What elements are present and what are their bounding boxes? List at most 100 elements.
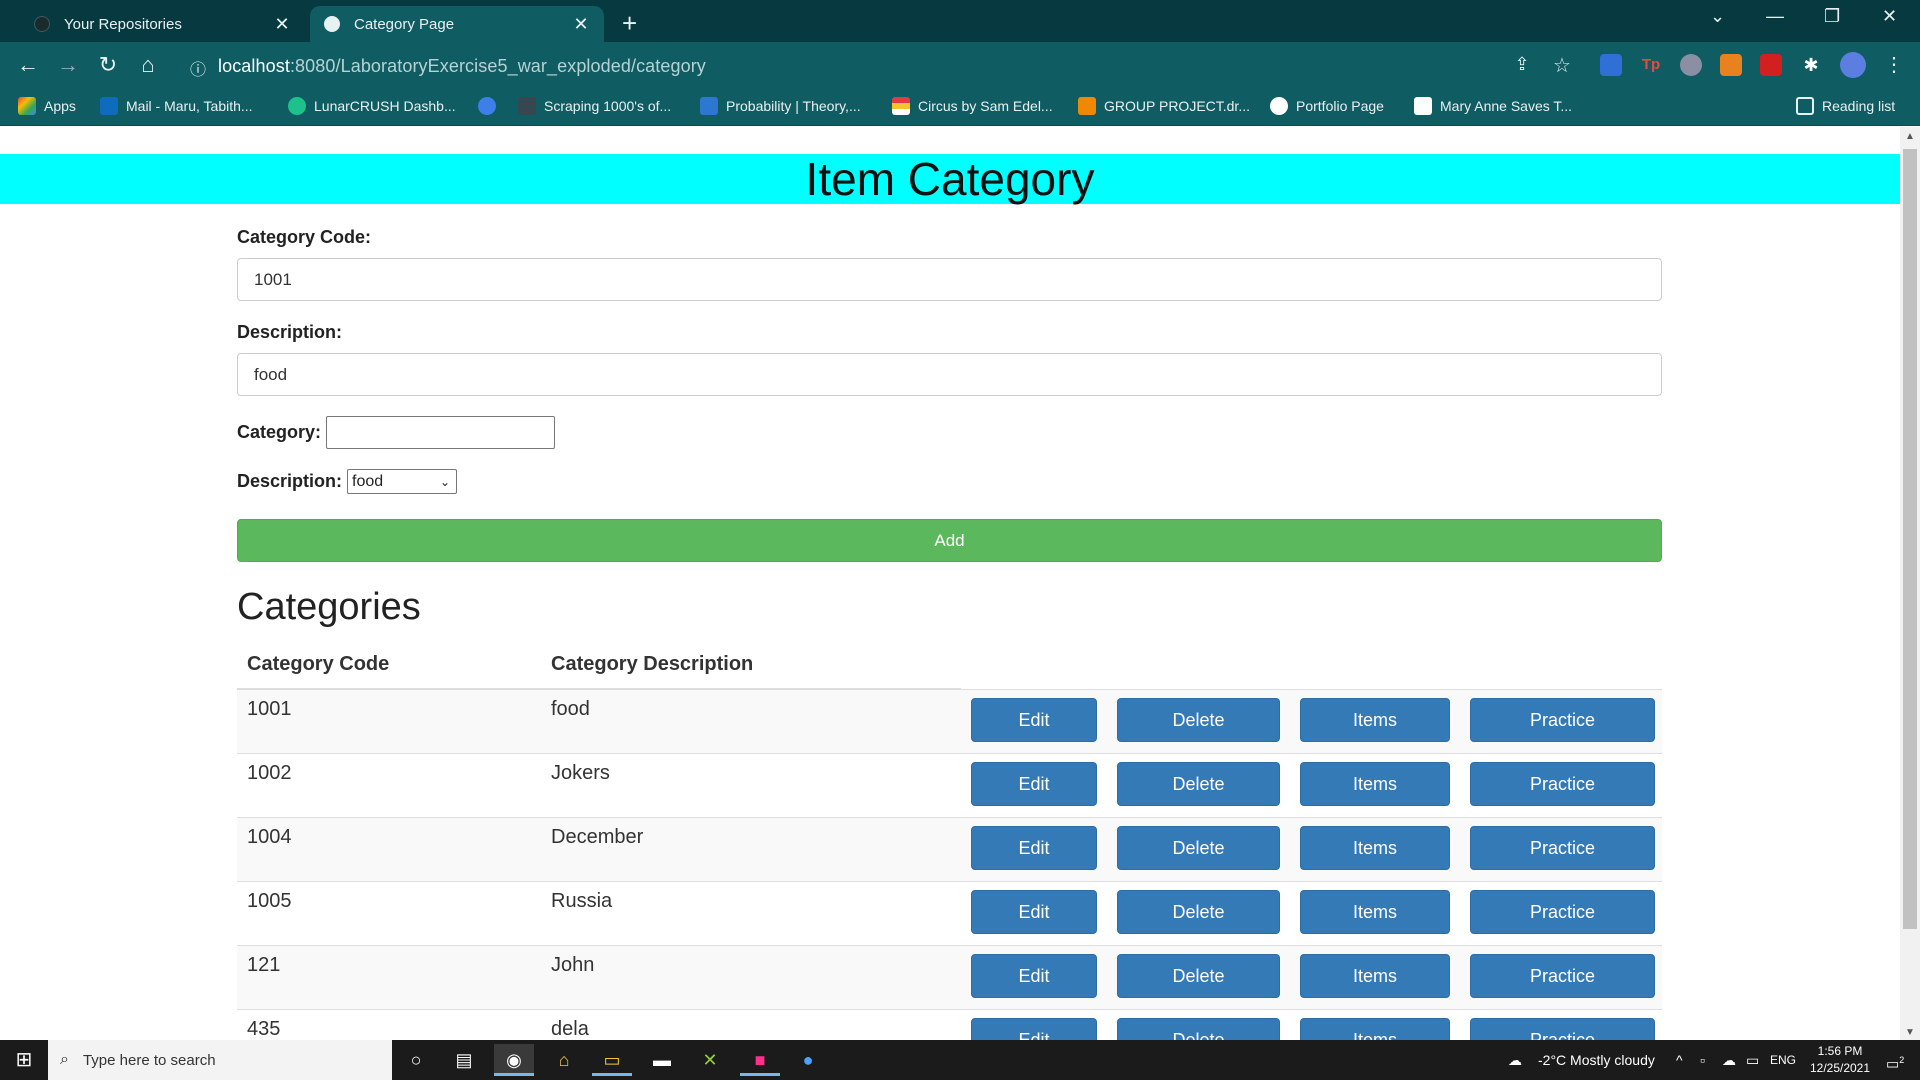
items-button[interactable]: Items: [1300, 889, 1450, 934]
share-icon[interactable]: ⇪: [1508, 54, 1536, 75]
extension-icon[interactable]: [1600, 54, 1622, 76]
items-button[interactable]: Items: [1300, 825, 1450, 870]
notifications-icon[interactable]: ▭2: [1886, 1040, 1904, 1080]
practice-button[interactable]: Practice: [1470, 825, 1655, 870]
network-icon[interactable]: ▭: [1746, 1040, 1759, 1080]
url-text[interactable]: localhost:8080/LaboratoryExercise5_war_e…: [218, 56, 706, 77]
items-button[interactable]: Items: [1300, 1017, 1450, 1040]
bookmark-apps[interactable]: Apps: [18, 97, 76, 115]
description-select[interactable]: food ⌄: [347, 469, 458, 494]
extension-circle-icon[interactable]: [1680, 54, 1702, 76]
reload-icon[interactable]: ↻: [94, 52, 122, 78]
delete-button[interactable]: Delete: [1117, 1017, 1280, 1040]
url-host: localhost: [218, 56, 290, 76]
bookmark-scraping[interactable]: Scraping 1000's of...: [518, 97, 671, 115]
edit-button[interactable]: Edit: [971, 697, 1097, 742]
practice-button[interactable]: Practice: [1470, 761, 1655, 806]
items-button[interactable]: Items: [1300, 697, 1450, 742]
close-tab-icon[interactable]: ✕: [572, 14, 590, 35]
delete-button[interactable]: Delete: [1117, 697, 1280, 742]
bookmark-mail[interactable]: Mail - Maru, Tabith...: [100, 97, 253, 115]
new-tab-icon[interactable]: +: [622, 8, 637, 39]
task-view-icon[interactable]: ▤: [444, 1044, 484, 1076]
bookmark-lunarcrush[interactable]: LunarCRUSH Dashb...: [288, 97, 456, 115]
chrome-taskbar-icon[interactable]: ◉: [494, 1044, 534, 1076]
metamask-icon[interactable]: [1720, 54, 1742, 76]
edit-button[interactable]: Edit: [971, 825, 1097, 870]
edit-button[interactable]: Edit: [971, 953, 1097, 998]
edit-button[interactable]: Edit: [971, 889, 1097, 934]
bookmark-c[interactable]: [478, 97, 504, 115]
onedrive-icon[interactable]: ☁: [1722, 1040, 1736, 1080]
outlook-icon: [100, 97, 118, 115]
home-icon[interactable]: ⌂: [134, 52, 162, 78]
practice-button[interactable]: Practice: [1470, 953, 1655, 998]
tab-search-icon[interactable]: ⌄: [1710, 6, 1725, 27]
extension-tp-icon[interactable]: Tp: [1640, 54, 1662, 76]
reading-list[interactable]: Reading list: [1796, 97, 1895, 115]
items-button[interactable]: Items: [1300, 761, 1450, 806]
category-form-container: Category Code: 1001 Description: food Ca…: [237, 207, 1662, 1040]
category-input[interactable]: [326, 416, 556, 449]
home-app-icon[interactable]: ⌂: [544, 1044, 584, 1076]
items-button[interactable]: Items: [1300, 953, 1450, 998]
tray-meet-icon[interactable]: ▫: [1700, 1040, 1705, 1080]
bookmark-portfolio[interactable]: Portfolio Page: [1270, 97, 1384, 115]
scroll-up-icon[interactable]: ▲: [1900, 131, 1920, 142]
category-row: Category:: [237, 416, 1662, 449]
terminal-icon[interactable]: ▬: [642, 1044, 682, 1076]
file-explorer-icon[interactable]: ▭: [592, 1044, 632, 1076]
delete-button[interactable]: Delete: [1117, 825, 1280, 870]
description-select-row: Description: food ⌄: [237, 469, 1662, 494]
minimize-icon[interactable]: —: [1766, 6, 1784, 27]
language-indicator[interactable]: ENG: [1770, 1040, 1796, 1080]
extensions-puzzle-icon[interactable]: ✱: [1800, 54, 1822, 76]
close-window-icon[interactable]: ✕: [1882, 6, 1897, 27]
clock[interactable]: 1:56 PM 12/25/2021: [1800, 1043, 1880, 1077]
edit-button[interactable]: Edit: [971, 761, 1097, 806]
table-header-row: Category Code Category Description: [237, 641, 1662, 690]
back-icon[interactable]: ←: [14, 52, 42, 78]
tab-your-repositories[interactable]: Your Repositories ✕: [20, 6, 305, 42]
delete-button[interactable]: Delete: [1117, 953, 1280, 998]
intellij-icon[interactable]: ■: [740, 1044, 780, 1076]
weather-text[interactable]: -2°C Mostly cloudy: [1538, 1040, 1655, 1080]
bookmark-star-icon[interactable]: ☆: [1548, 53, 1576, 78]
menu-kebab-icon[interactable]: ⋮: [1880, 52, 1908, 77]
close-tab-icon[interactable]: ✕: [273, 14, 291, 35]
app-w-icon[interactable]: ●: [788, 1044, 828, 1076]
cortana-icon[interactable]: ○: [396, 1044, 436, 1076]
page-scrollbar[interactable]: ▲ ▼: [1900, 127, 1920, 1040]
scrollbar-thumb[interactable]: [1903, 149, 1917, 929]
practice-button[interactable]: Practice: [1470, 1017, 1655, 1040]
weather-icon[interactable]: ☁: [1508, 1040, 1522, 1080]
forward-icon[interactable]: →: [54, 52, 82, 78]
xampp-icon[interactable]: ✕: [690, 1044, 730, 1076]
bookmark-probability[interactable]: Probability | Theory,...: [700, 97, 861, 115]
bookmark-mary-anne[interactable]: Mary Anne Saves T...: [1414, 97, 1572, 115]
windows-taskbar: ⊞ ⌕ Type here to search ○ ▤ ◉ ⌂ ▭ ▬ ✕ ■ …: [0, 1040, 1920, 1080]
add-button[interactable]: Add: [237, 519, 1662, 562]
bookmark-group-project[interactable]: GROUP PROJECT.dr...: [1078, 97, 1250, 115]
tab-category-page[interactable]: Category Page ✕: [310, 6, 604, 42]
header-actions: [961, 641, 1662, 690]
profile-avatar-icon[interactable]: [1840, 52, 1866, 78]
tray-chevron-icon[interactable]: ^: [1676, 1040, 1683, 1080]
bookmark-circus[interactable]: Circus by Sam Edel...: [892, 97, 1053, 115]
taskbar-search[interactable]: ⌕ Type here to search: [48, 1040, 392, 1080]
edit-button[interactable]: Edit: [971, 1017, 1097, 1040]
info-icon[interactable]: ⓘ: [184, 56, 212, 80]
category-code-input[interactable]: 1001: [237, 258, 1662, 301]
scroll-down-icon[interactable]: ▼: [1900, 1027, 1920, 1038]
categories-table: Category Code Category Description 1001 f…: [237, 641, 1662, 1040]
practice-button[interactable]: Practice: [1470, 697, 1655, 742]
windows-start-icon[interactable]: ⊞: [0, 1040, 48, 1080]
pdf-icon[interactable]: [1760, 54, 1782, 76]
delete-button[interactable]: Delete: [1117, 761, 1280, 806]
codepen-icon: [1270, 97, 1288, 115]
practice-button[interactable]: Practice: [1470, 889, 1655, 934]
restore-icon[interactable]: ❐: [1824, 6, 1840, 27]
search-placeholder: Type here to search: [82, 1051, 216, 1069]
delete-button[interactable]: Delete: [1117, 889, 1280, 934]
description-input[interactable]: food: [237, 353, 1662, 396]
